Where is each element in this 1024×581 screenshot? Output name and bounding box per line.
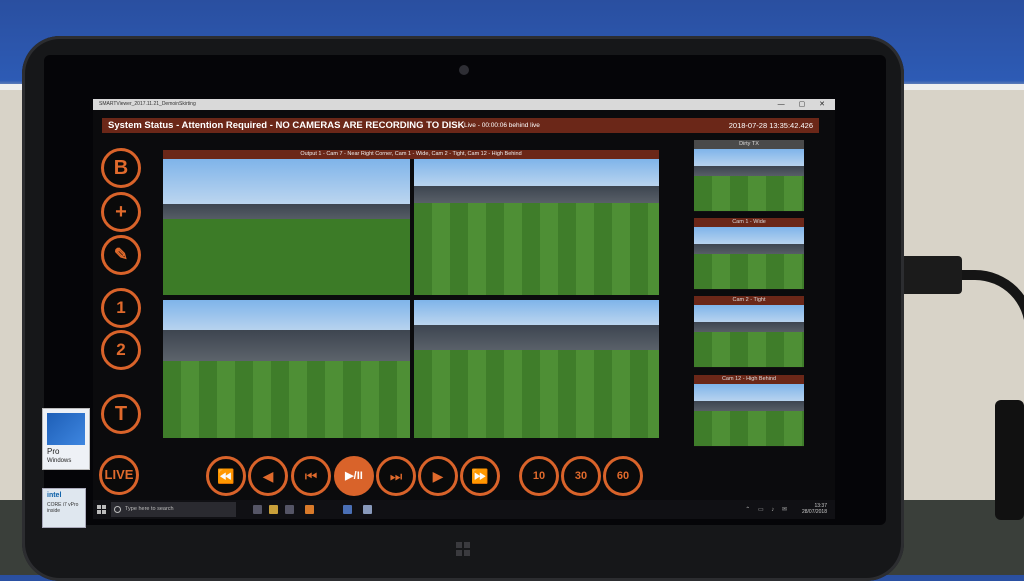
output-header: Output 1 - Cam 7 - Near Right Corner, Ca…	[163, 150, 659, 159]
thumbnail-label: Cam 1 - Wide	[694, 218, 804, 227]
intel-cpu-text: CORE i7 vPro inside	[47, 502, 79, 514]
window-controls[interactable]: — ▢ ✕	[778, 99, 831, 110]
sticker-pro-text: Pro	[47, 447, 60, 456]
feed-pitch	[414, 349, 659, 438]
feed-pitch	[163, 218, 410, 295]
smartviewer-taskbar-icon[interactable]	[343, 505, 352, 514]
windows-logo	[47, 413, 85, 445]
thumbnail-dirty-tx[interactable]: Dirty TX	[694, 140, 804, 212]
windows-pro-sticker: Pro Windows	[42, 408, 90, 470]
live-button[interactable]: LIVE	[99, 455, 139, 495]
browser-icon[interactable]	[305, 505, 314, 514]
feed-cam-7-near-right-corner[interactable]	[163, 159, 410, 295]
step-back-button[interactable]: ◀	[248, 456, 288, 496]
taskbar-date: 28/07/2018	[801, 509, 827, 515]
feed-stand	[163, 330, 410, 361]
taskbar-clock[interactable]: 13:37 28/07/2018	[802, 503, 827, 515]
feed-pitch	[414, 202, 659, 295]
sticker-windows-text: Windows	[47, 458, 72, 464]
thumbnail-cam-1-wide[interactable]: Cam 1 - Wide	[694, 218, 804, 290]
system-status-bar: System Status - Attention Required - NO …	[102, 118, 819, 133]
windows-taskbar: Type here to search ⌃ ▭ ♪ ✉ 13:37 28/07/…	[93, 500, 835, 519]
play-pause-button[interactable]: ▶/II	[334, 456, 374, 496]
thumbnail-cam-12-high-behind[interactable]: Cam 12 - High Behind	[694, 375, 804, 447]
usb-connector	[900, 256, 962, 294]
camera-1-button[interactable]: 1	[101, 288, 141, 328]
edit-button[interactable]: ✎	[101, 235, 141, 275]
bookmark-button[interactable]: B	[101, 148, 141, 188]
skip-back-60-button[interactable]: 60	[603, 456, 643, 496]
window-titlebar: SMARTViewer_2017.11.21_DemoinSkirting — …	[93, 99, 835, 110]
feed-stand	[414, 324, 659, 353]
skip-back-10-button[interactable]: 10	[519, 456, 559, 496]
skip-back-30-button[interactable]: 30	[561, 456, 601, 496]
feed-cam-2-tight[interactable]	[163, 300, 410, 438]
rewind-button[interactable]: ⏪	[206, 456, 246, 496]
status-message: System Status - Attention Required - NO …	[108, 120, 465, 131]
taskbar-search-input[interactable]: Type here to search	[111, 502, 236, 517]
thumbnail-label: Cam 2 - Tight	[694, 296, 804, 305]
tag-button[interactable]: T	[101, 394, 141, 434]
go-to-start-button[interactable]: ⏮	[291, 456, 331, 496]
camera-2-button[interactable]: 2	[101, 330, 141, 370]
thumbnail-image	[694, 384, 804, 446]
window-title: SMARTViewer_2017.11.21_DemoinSkirting	[99, 101, 196, 107]
add-button[interactable]: +	[101, 192, 141, 232]
task-view-icon[interactable]	[253, 505, 262, 514]
search-icon	[114, 506, 121, 513]
taskbar-search-placeholder: Type here to search	[125, 506, 174, 512]
thumbnail-cam-2-tight[interactable]: Cam 2 - Tight	[694, 296, 804, 368]
intel-logo-text: intel	[47, 492, 62, 499]
app-icon[interactable]	[285, 505, 294, 514]
thumbnail-image	[694, 305, 804, 367]
feed-pitch	[163, 360, 410, 438]
live-offset: Live - 00:00:06 behind live	[464, 122, 540, 129]
status-timestamp: 2018-07-28 13:35:42.426	[728, 121, 813, 130]
cable-plug	[995, 400, 1024, 520]
fast-forward-button[interactable]: ⏩	[460, 456, 500, 496]
thumbnail-image	[694, 227, 804, 289]
windows-logo-icon[interactable]	[456, 542, 470, 556]
feed-pitch	[694, 411, 804, 446]
thumbnail-label: Cam 12 - High Behind	[694, 375, 804, 384]
feed-pitch	[694, 332, 804, 367]
go-to-end-button[interactable]: ⏭	[376, 456, 416, 496]
thumbnail-image	[694, 149, 804, 211]
front-camera-icon	[459, 65, 469, 75]
feed-cam-1-wide[interactable]	[414, 159, 659, 295]
output-video-grid: Output 1 - Cam 7 - Near Right Corner, Ca…	[163, 150, 659, 438]
feed-pitch	[694, 176, 804, 211]
start-icon[interactable]	[97, 505, 106, 514]
file-explorer-icon[interactable]	[269, 505, 278, 514]
step-forward-button[interactable]: ▶	[418, 456, 458, 496]
feed-pitch	[694, 254, 804, 289]
intel-sticker: intel CORE i7 vPro inside	[42, 488, 86, 528]
pinned-app-icon[interactable]	[363, 505, 372, 514]
system-tray-icons[interactable]: ⌃ ▭ ♪ ✉	[745, 506, 790, 513]
feed-cam-12-high-behind[interactable]	[414, 300, 659, 438]
thumbnail-label: Dirty TX	[694, 140, 804, 149]
